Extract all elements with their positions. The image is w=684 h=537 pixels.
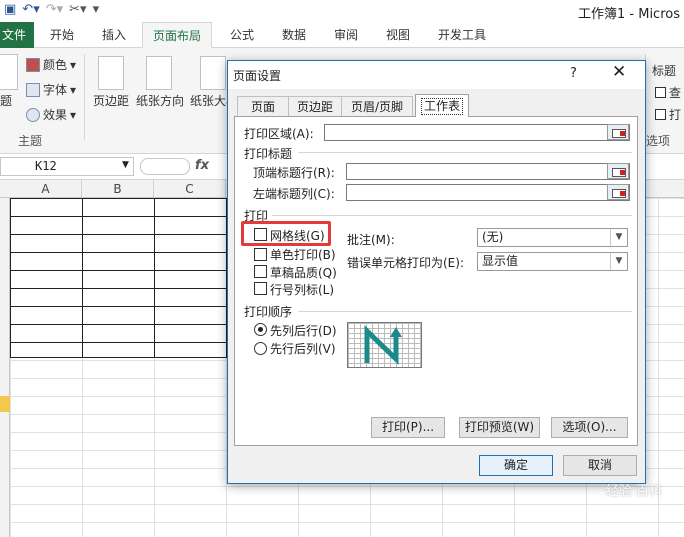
tab-view[interactable]: 视图 (378, 22, 418, 48)
margins-button[interactable]: 页边距 (93, 92, 129, 109)
print-preview-button[interactable]: 打印预览(W) (459, 417, 540, 438)
name-box-dropdown-icon[interactable]: ▼ (122, 160, 129, 170)
bordered-table[interactable] (10, 198, 227, 358)
sheet-options-title: 标题 (652, 64, 677, 78)
help-button[interactable]: ? (570, 66, 577, 81)
comments-label: 批注(M): (347, 233, 395, 247)
page-order-preview (347, 322, 422, 368)
tab-sheet-label: 工作表 (420, 98, 463, 115)
close-button[interactable]: ✕ (612, 62, 626, 82)
margins-icon[interactable] (98, 56, 124, 90)
tools-icon[interactable]: ✂▾ (69, 2, 86, 17)
group-theme-label: 主题 (18, 134, 43, 148)
tab-developer[interactable]: 开发工具 (432, 22, 492, 48)
column-header[interactable]: B (82, 180, 154, 198)
collapse-dialog-icon[interactable] (607, 124, 629, 140)
page-order-label: 打印顺序 (244, 305, 293, 319)
chevron-down-icon: ▼ (610, 253, 627, 270)
comments-value: (无) (482, 230, 504, 244)
print-checkbox[interactable] (655, 109, 666, 120)
gridlines-view-option[interactable]: 查 (655, 84, 681, 101)
options-button[interactable]: 选项(O)... (551, 417, 628, 438)
orientation-button[interactable]: 纸张方向 (136, 92, 184, 109)
tab-file[interactable]: 文件 (0, 22, 34, 48)
effects-button[interactable]: 效果 ▾ (26, 106, 76, 123)
down-then-over-radio[interactable] (254, 323, 267, 336)
dialog-title-bar (228, 61, 645, 89)
section-divider (298, 311, 632, 312)
page-order-arrow-icon (364, 325, 402, 365)
tab-page-layout[interactable]: 页面布局 (142, 22, 212, 48)
left-cols-label: 左端标题列(C): (253, 187, 335, 201)
comments-select[interactable]: (无) ▼ (477, 228, 628, 247)
cancel-button[interactable]: 取消 (563, 455, 637, 476)
black-white-checkbox[interactable] (254, 248, 267, 261)
tab-insert[interactable]: 插入 (94, 22, 134, 48)
colors-button[interactable]: 颜色 ▾ (26, 56, 76, 73)
row-headers[interactable] (0, 198, 10, 537)
top-rows-label: 顶端标题行(R): (253, 166, 335, 180)
top-rows-input[interactable] (346, 163, 630, 180)
chevron-down-icon: ▼ (610, 229, 627, 246)
redo-icon[interactable]: ↷▾ (46, 2, 63, 17)
cell-errors-value: 显示值 (482, 254, 519, 268)
tab-review[interactable]: 审阅 (326, 22, 366, 48)
left-cols-input[interactable] (346, 184, 630, 201)
formula-bar-slider[interactable] (140, 158, 190, 175)
cell-errors-select[interactable]: 显示值 ▼ (477, 252, 628, 271)
effects-icon (26, 107, 40, 122)
section-divider (298, 152, 632, 153)
row-col-headings-label: 行号列标(L) (270, 283, 335, 297)
themes-icon[interactable] (0, 54, 18, 90)
group-sheet-options-label: 选项 (646, 134, 671, 148)
watermark: 经验 百科 (605, 484, 662, 499)
size-button[interactable]: 纸张大小 (190, 92, 228, 109)
selected-row-header[interactable] (0, 396, 10, 412)
tab-margins[interactable]: 页边距 (288, 96, 342, 116)
themes-label[interactable]: 题 (0, 92, 12, 109)
tab-page[interactable]: 页面 (237, 96, 289, 116)
tab-formulas[interactable]: 公式 (222, 22, 262, 48)
palette-icon (26, 57, 40, 72)
tab-sheet[interactable]: 工作表 (415, 94, 469, 117)
collapse-dialog-icon[interactable] (607, 163, 629, 179)
tab-header-footer[interactable]: 页眉/页脚 (341, 96, 413, 116)
collapse-dialog-icon[interactable] (607, 184, 629, 200)
font-icon (26, 82, 40, 97)
ribbon-separator (84, 54, 85, 140)
quick-access-toolbar: ▣ ↶▾ ↷▾ ✂▾ ▾ (4, 2, 99, 17)
print-button[interactable]: 打印(P)... (371, 417, 445, 438)
row-col-headings-checkbox[interactable] (254, 282, 267, 295)
gridlines-print-option[interactable]: 打 (655, 106, 681, 123)
save-icon[interactable]: ▣ (4, 2, 16, 17)
customize-qat-icon[interactable]: ▾ (93, 2, 100, 17)
draft-quality-checkbox[interactable] (254, 265, 267, 278)
draft-quality-label: 草稿品质(Q) (270, 266, 337, 280)
over-then-down-radio[interactable] (254, 342, 267, 355)
print-area-input[interactable] (324, 124, 630, 141)
dialog-title: 页面设置 (233, 69, 282, 83)
window-title: 工作簿1 - Micros (578, 7, 680, 22)
insert-function-icon[interactable]: fx (195, 158, 209, 173)
highlight-box (241, 221, 331, 246)
undo-icon[interactable]: ↶▾ (22, 2, 39, 17)
tab-data[interactable]: 数据 (274, 22, 314, 48)
cell-errors-label: 错误单元格打印为(E): (347, 256, 464, 270)
black-white-label: 单色打印(B) (270, 248, 336, 262)
ok-button[interactable]: 确定 (479, 455, 553, 476)
tab-home[interactable]: 开始 (42, 22, 82, 48)
print-titles-label: 打印标题 (244, 147, 293, 161)
size-icon[interactable] (200, 56, 226, 90)
down-then-over-label: 先列后行(D) (270, 324, 337, 338)
over-then-down-label: 先行后列(V) (270, 342, 336, 356)
column-header[interactable]: C (154, 180, 226, 198)
orientation-icon[interactable] (146, 56, 172, 90)
section-divider (272, 215, 632, 216)
print-area-label: 打印区域(A): (244, 127, 314, 141)
name-box[interactable]: K12 (0, 157, 134, 176)
column-header[interactable]: A (10, 180, 82, 198)
view-checkbox[interactable] (655, 87, 666, 98)
fonts-button[interactable]: 字体 ▾ (26, 81, 76, 98)
